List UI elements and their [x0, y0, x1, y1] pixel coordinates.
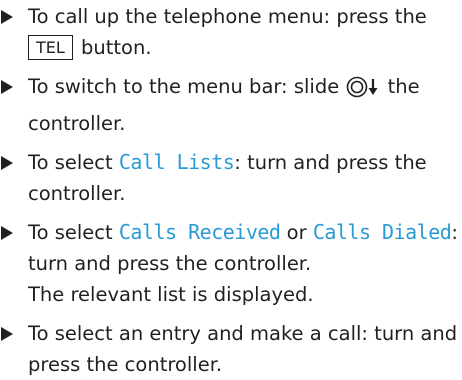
- triangle-bullet-icon: [1, 80, 13, 94]
- step-text: button.: [74, 36, 152, 59]
- step-text: To select: [28, 221, 119, 244]
- list-item: To select an entry and make a call: turn…: [0, 318, 462, 380]
- menu-item-calls-dialed: Calls Dialed: [312, 220, 452, 244]
- step-text: To select an entry and make a call: turn…: [28, 322, 458, 376]
- controller-slide-down-icon: [346, 75, 380, 108]
- triangle-bullet-icon: [1, 10, 13, 24]
- step-text: To switch to the menu bar: slide: [28, 75, 340, 98]
- step-text: To select: [28, 151, 119, 174]
- menu-item-call-lists: Call Lists: [118, 150, 235, 174]
- list-item: To select Calls Received or Calls Dialed…: [0, 217, 462, 310]
- step-text: or: [280, 221, 313, 244]
- triangle-bullet-icon: [1, 226, 13, 240]
- triangle-bullet-icon: [1, 327, 13, 341]
- step-text: To call up the telephone menu: press the: [28, 5, 427, 28]
- list-item: To call up the telephone menu: press the…: [0, 1, 462, 63]
- tel-button-label: TEL: [28, 35, 73, 60]
- step-note: The relevant list is displayed.: [28, 283, 314, 306]
- triangle-bullet-icon: [1, 156, 13, 170]
- instruction-list: To call up the telephone menu: press the…: [0, 0, 462, 376]
- list-item: To select Call Lists: turn and press the…: [0, 147, 462, 209]
- menu-item-calls-received: Calls Received: [118, 220, 281, 244]
- list-item: To switch to the menu bar: slide the con…: [0, 71, 462, 139]
